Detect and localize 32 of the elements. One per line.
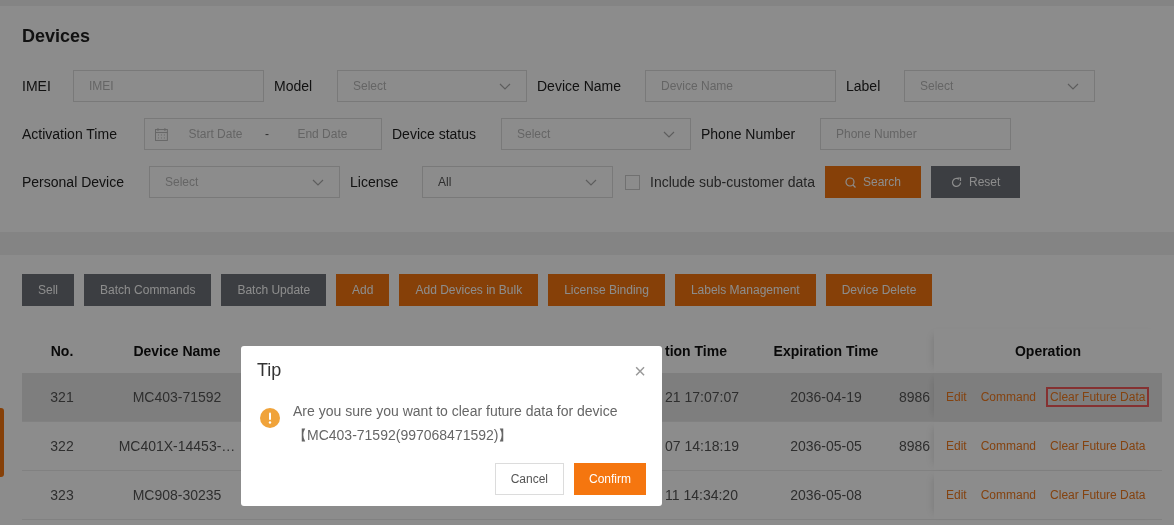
field-label: Phone Number: [701, 126, 797, 142]
field-label: Model: [274, 78, 314, 94]
field-label: Device Name: [537, 78, 623, 94]
table-cell: 8986: [899, 438, 931, 454]
field-label: Activation Time: [22, 126, 118, 142]
checkbox-label: Include sub-customer data: [650, 174, 815, 190]
column-header: tion Time: [665, 343, 727, 359]
table-cell: 323: [50, 487, 74, 503]
table-cell: 21 17:07:07: [665, 389, 739, 405]
field-label: License: [350, 174, 400, 190]
field-label: Label: [846, 78, 882, 94]
column-header: No.: [50, 343, 74, 359]
table-cell: 2036-05-05: [790, 438, 862, 454]
table-cell: 8986: [899, 389, 931, 405]
column-header: Operation: [1014, 343, 1082, 359]
table-cell: 321: [50, 389, 74, 405]
field-label: Personal Device: [22, 174, 125, 190]
column-header: Expiration Time: [773, 343, 879, 359]
column-header: Device Name: [133, 343, 221, 359]
table-cell: MC908-30235: [132, 487, 222, 503]
field-label: IMEI: [22, 78, 52, 94]
table-cell: 2036-04-19: [790, 389, 862, 405]
table-cell: MC403-71592: [132, 389, 222, 405]
table-cell: 2036-05-08: [790, 487, 862, 503]
field-label: Device status: [392, 126, 478, 142]
table-cell: 11 14:34:20: [665, 487, 738, 503]
table-cell: 322: [50, 438, 74, 454]
dialog-message: Are you sure you want to clear future data for device【MC403-71592(997068471592)】: [293, 402, 619, 445]
table-cell: MC401X-14453-…: [118, 438, 236, 454]
dialog-title: Tip: [257, 360, 282, 381]
page-title: Devices: [22, 26, 92, 48]
table-cell: 07 14:18:19: [665, 438, 739, 454]
